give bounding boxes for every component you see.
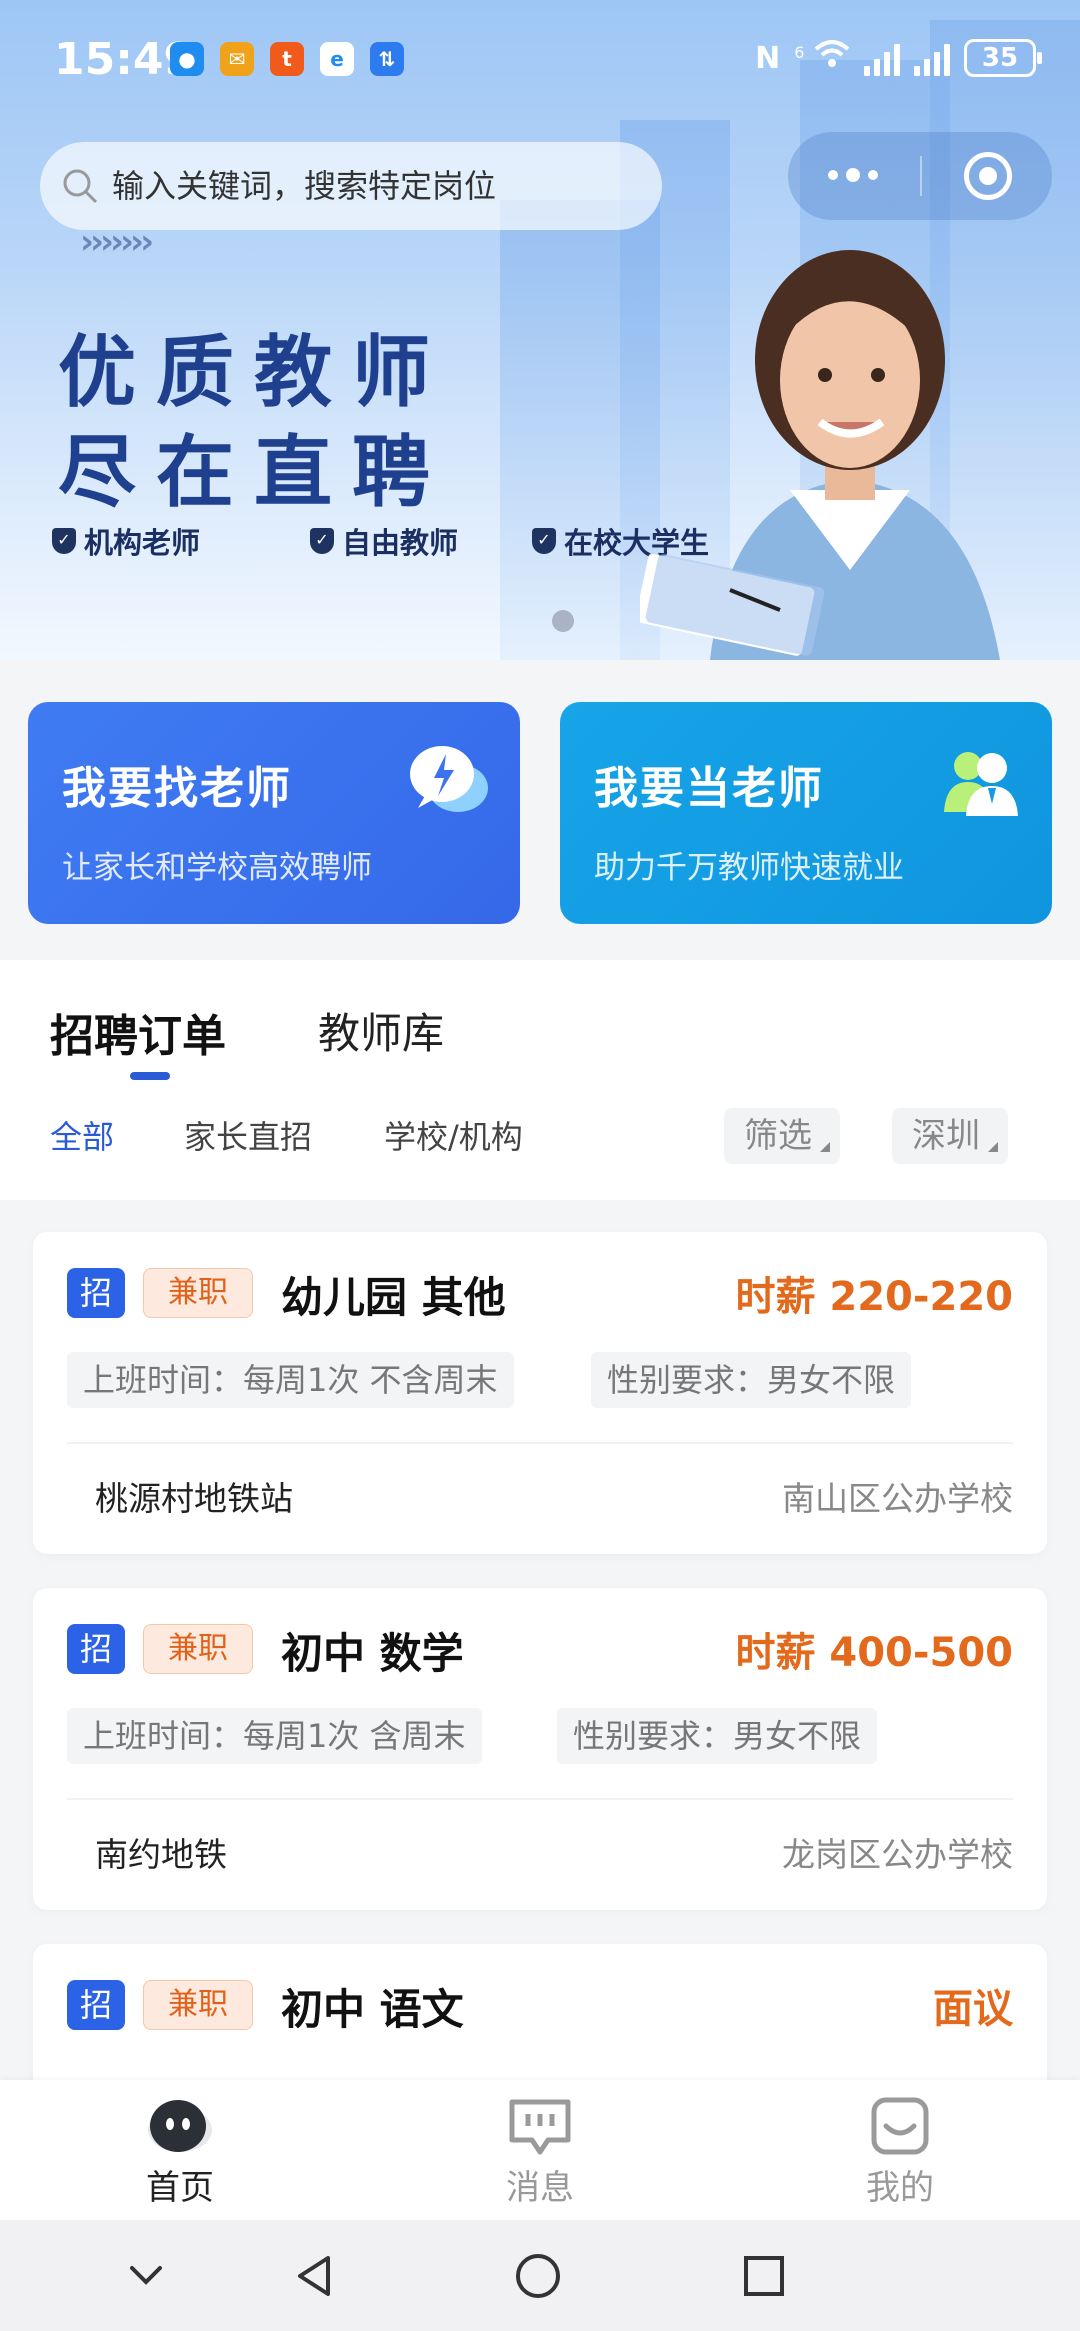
- tab-recruit-orders[interactable]: 招聘订单: [50, 1000, 226, 1064]
- be-teacher-subtitle: 助力千万教师快速就业: [594, 850, 904, 886]
- profile-icon: [871, 2097, 929, 2155]
- signal-icon: [864, 40, 900, 76]
- recruit-badge: 招: [67, 1980, 125, 2030]
- banner-headline-2: 尽在直聘: [58, 427, 451, 518]
- subtab-school-agency[interactable]: 学校/机构: [384, 1112, 523, 1158]
- status-bar: 15:49 ● ✉ t e ⇅ N 6 35: [0, 0, 1080, 120]
- find-teacher-subtitle: 让家长和学校高效聘师: [62, 850, 372, 886]
- chevrons-decoration: ›››››››: [80, 222, 154, 262]
- tab-indicator: [130, 1072, 170, 1080]
- shield-check-icon: ✓: [310, 528, 334, 554]
- app-icon: ⇅: [370, 42, 404, 76]
- message-icon: [509, 2099, 571, 2155]
- battery-level: 35: [981, 43, 1019, 73]
- job-card[interactable]: 招 兼职 初中 数学 时薪 400-500 上班时间：每周1次 含周末 性别要求…: [33, 1588, 1047, 1910]
- divider: [67, 1798, 1013, 1800]
- recents-icon[interactable]: [742, 2254, 786, 2298]
- search-input[interactable]: [112, 167, 632, 205]
- tab-teacher-library[interactable]: 教师库: [318, 1000, 444, 1061]
- be-teacher-card[interactable]: 我要当老师 助力千万教师快速就业: [560, 702, 1052, 924]
- city-label: 深圳: [912, 1116, 980, 1156]
- mail-icon: ✉: [220, 42, 254, 76]
- divider: [67, 1442, 1013, 1444]
- miniprogram-capsule: [788, 132, 1052, 220]
- search-bar[interactable]: [40, 142, 662, 230]
- teacher-photo: [640, 250, 1000, 660]
- job-type-badge: 兼职: [143, 1624, 253, 1674]
- subtab-parent-direct[interactable]: 家长直招: [184, 1112, 312, 1158]
- city-selector[interactable]: 深圳: [892, 1108, 1008, 1164]
- nav-profile[interactable]: 我的: [800, 2080, 1000, 2220]
- users-icon: [944, 752, 1018, 816]
- job-type-badge: 兼职: [143, 1268, 253, 1318]
- nav-profile-label: 我的: [866, 2168, 934, 2208]
- find-teacher-card[interactable]: 我要找老师 让家长和学校高效聘师: [28, 702, 520, 924]
- job-location: 南约地铁: [95, 1835, 227, 1874]
- job-schedule: 上班时间：每周1次 含周末: [67, 1708, 482, 1764]
- network-label: 6: [794, 43, 805, 62]
- job-type-badge: 兼职: [143, 1980, 253, 2030]
- shield-check-icon: ✓: [52, 528, 76, 554]
- bottom-nav: 首页 消息 我的: [0, 2080, 1080, 2220]
- nav-home-label: 首页: [146, 2168, 214, 2208]
- nav-messages-label: 消息: [506, 2168, 574, 2208]
- system-nav-bar: [0, 2220, 1080, 2331]
- subtab-all[interactable]: 全部: [50, 1112, 114, 1158]
- battery-icon: 35: [964, 39, 1042, 77]
- job-schedule: 上班时间：每周1次 不含周末: [67, 1352, 514, 1408]
- wifi-icon: 6: [794, 39, 850, 77]
- job-salary: 面议: [933, 1986, 1013, 2032]
- job-salary: 时薪 220-220: [735, 1274, 1013, 1320]
- chat-bolt-icon: [410, 746, 488, 812]
- shield-check-icon: ✓: [532, 528, 556, 554]
- job-card[interactable]: 招 兼职 幼儿园 其他 时薪 220-220 上班时间：每周1次 不含周末 性别…: [33, 1232, 1047, 1554]
- job-school: 南山区公办学校: [782, 1479, 1013, 1518]
- job-title: 初中 语文: [281, 1985, 464, 2034]
- nav-home[interactable]: 首页: [80, 2080, 280, 2220]
- status-indicators: N 6 35: [755, 36, 1042, 80]
- action-cards: 我要找老师 让家长和学校高效聘师 我要当老师 助力千万教师快速就业: [28, 702, 1054, 926]
- job-title: 幼儿园 其他: [281, 1273, 506, 1322]
- carousel-indicator: [552, 610, 574, 632]
- top-banner[interactable]: 15:49 ● ✉ t e ⇅ N 6 35 ››››››› 优质教师 尽在直聘…: [0, 0, 1080, 660]
- taobao-icon: t: [270, 42, 304, 76]
- nav-messages[interactable]: 消息: [440, 2080, 640, 2220]
- close-miniprogram-icon[interactable]: [964, 152, 1012, 200]
- search-icon: [63, 169, 98, 204]
- job-salary: 时薪 400-500: [735, 1630, 1013, 1676]
- signal-icon-2: [914, 40, 950, 76]
- banner-tag: ✓ 自由教师: [310, 520, 458, 562]
- home-button-icon[interactable]: [514, 2252, 562, 2300]
- job-title: 初中 数学: [281, 1629, 464, 1678]
- recruit-badge: 招: [67, 1624, 125, 1674]
- job-gender: 性别要求：男女不限: [557, 1708, 878, 1764]
- message-icon: ●: [170, 42, 204, 76]
- home-icon: [148, 2100, 212, 2152]
- banner-tag: ✓ 机构老师: [52, 520, 200, 562]
- job-school: 龙岗区公办学校: [782, 1835, 1013, 1874]
- job-gender: 性别要求：男女不限: [591, 1352, 912, 1408]
- browser-icon: e: [320, 42, 354, 76]
- filter-label: 筛选: [744, 1116, 812, 1156]
- nfc-icon: N: [755, 40, 781, 76]
- job-location: 桃源村地铁站: [95, 1479, 293, 1518]
- recruit-badge: 招: [67, 1268, 125, 1318]
- more-icon[interactable]: [828, 168, 878, 182]
- filter-button[interactable]: 筛选: [724, 1108, 840, 1164]
- banner-headline-1: 优质教师: [58, 327, 451, 418]
- back-icon[interactable]: [292, 2252, 336, 2300]
- collapse-icon[interactable]: [126, 2260, 166, 2290]
- order-tabs: 招聘订单 教师库 全部 家长直招 学校/机构 筛选 深圳: [0, 960, 1080, 1200]
